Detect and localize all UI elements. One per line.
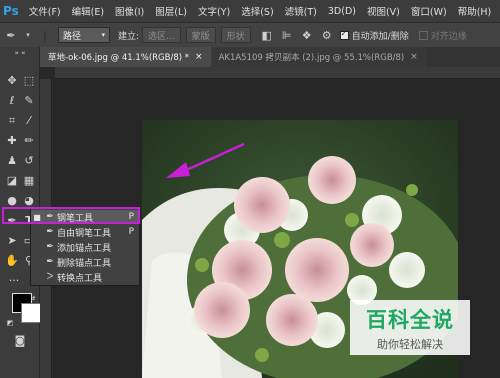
shortcut-key: P	[128, 227, 134, 237]
close-icon[interactable]: ×	[410, 52, 418, 62]
menu-layer[interactable]: 图层(L)	[155, 4, 187, 18]
flyout-item-label: 转换点工具	[57, 273, 103, 284]
align-edges-checkbox[interactable]	[418, 30, 428, 40]
tab-document-2[interactable]: AK1A5109 拷贝副本 (2).jpg @ 55.1%(RGB/8) ×	[210, 47, 426, 67]
default-colors-icon[interactable]: ◩	[2, 315, 18, 331]
path-selection-tool-icon[interactable]: ➤	[4, 233, 20, 249]
menu-help[interactable]: 帮助(H)	[458, 4, 492, 18]
menu-image[interactable]: 图像(I)	[115, 4, 144, 18]
clone-stamp-tool-icon[interactable]: ♟	[4, 153, 20, 169]
flyout-item-freeform-pen-tool[interactable]: ✒ 自由钢笔工具 P	[31, 225, 139, 239]
delete-anchor-icon: ✒	[46, 257, 54, 267]
mode-select[interactable]: 路径 ▾	[58, 27, 110, 43]
crop-tool-icon[interactable]: ⌗	[4, 113, 20, 129]
divider: |	[43, 28, 47, 42]
path-operations-icon[interactable]: ◧	[260, 29, 274, 42]
hand-tool-icon[interactable]: ✋	[4, 253, 20, 269]
mask-button[interactable]: 蒙版	[185, 27, 216, 43]
path-arrangement-icon[interactable]: ❖	[300, 29, 314, 42]
mode-select-value: 路径	[63, 31, 82, 42]
history-brush-tool-icon[interactable]: ↺	[21, 153, 37, 169]
flyout-item-delete-anchor-tool[interactable]: ✒ 删除锚点工具	[31, 255, 139, 269]
pen-tool-highlight	[2, 207, 140, 224]
selection-button[interactable]: 选区...	[142, 27, 181, 43]
flyout-item-label: 添加锚点工具	[57, 243, 112, 254]
brush-tool-icon[interactable]: ✏	[21, 133, 37, 149]
lasso-tool-icon[interactable]: ℓ	[4, 93, 20, 109]
menu-select[interactable]: 选择(S)	[241, 4, 273, 18]
flyout-item-convert-point-tool[interactable]: ᐳ 转换点工具	[31, 270, 139, 284]
more-tools-icon[interactable]: ···	[6, 273, 22, 289]
auto-add-delete-label: 自动添加/删除	[351, 31, 409, 42]
document-tab-bar: 草地-ok-06.jpg @ 41.1%(RGB/8) * × AK1A5109…	[40, 47, 500, 67]
watermark-title: 百科全说	[366, 307, 454, 332]
eraser-tool-icon[interactable]: ◪	[4, 173, 20, 189]
watermark: 百科全说 助你轻松解决	[350, 300, 470, 355]
shape-button[interactable]: 形状	[220, 27, 251, 43]
pen-tool-preset-icon[interactable]: ✒	[4, 29, 18, 42]
convert-point-icon: ᐳ	[46, 272, 54, 282]
watermark-subtitle: 助你轻松解决	[377, 337, 443, 351]
menu-edit[interactable]: 编辑(E)	[72, 4, 104, 18]
move-tool-icon[interactable]: ✥	[4, 73, 20, 89]
horizontal-ruler	[55, 67, 500, 79]
tab-label: 草地-ok-06.jpg @ 41.1%(RGB/8) *	[48, 53, 190, 63]
auto-add-delete-checkbox[interactable]	[339, 29, 349, 40]
tab-document-1[interactable]: 草地-ok-06.jpg @ 41.1%(RGB/8) * ×	[40, 47, 211, 67]
build-label: 建立:	[118, 31, 140, 42]
options-bar: ✒ ▾ | 路径 ▾ 建立: 选区... 蒙版 形状 ◧ ⊫ ❖ ⚙ 自动添加/删…	[0, 22, 500, 47]
menu-bar: Ps 文件(F) 编辑(E) 图像(I) 图层(L) 文字(Y) 选择(S) 滤…	[0, 0, 500, 22]
menu-file[interactable]: 文件(F)	[29, 4, 61, 18]
gear-icon[interactable]: ⚙	[320, 29, 334, 42]
photoshop-logo: Ps	[3, 4, 19, 18]
menu-3d[interactable]: 3D(D)	[328, 6, 356, 17]
flyout-item-label: 自由钢笔工具	[57, 228, 112, 239]
eyedropper-tool-icon[interactable]: ⁄	[21, 113, 37, 129]
gradient-tool-icon[interactable]: ▦	[21, 173, 37, 189]
background-color-swatch[interactable]	[21, 303, 41, 323]
close-icon[interactable]: ×	[195, 52, 203, 62]
tab-label: AK1A5109 拷贝副本 (2).jpg @ 55.1%(RGB/8)	[218, 53, 405, 63]
chevron-down-icon: ▾	[101, 31, 105, 39]
menu-view[interactable]: 视图(V)	[367, 4, 400, 18]
add-anchor-icon: ✒	[46, 242, 54, 252]
menu-filter[interactable]: 滤镜(T)	[285, 4, 317, 18]
freeform-pen-icon: ✒	[46, 227, 54, 237]
annotation-arrow	[166, 142, 245, 178]
menu-type[interactable]: 文字(Y)	[198, 4, 230, 18]
flyout-item-label: 删除锚点工具	[57, 258, 112, 269]
align-edges-label: 对齐边缘	[430, 31, 467, 42]
menu-window[interactable]: 窗口(W)	[411, 4, 447, 18]
path-alignment-icon[interactable]: ⊫	[280, 29, 294, 42]
quick-select-tool-icon[interactable]: ✎	[21, 93, 37, 109]
chevron-down-icon[interactable]: ▾	[24, 31, 32, 39]
healing-brush-tool-icon[interactable]: ✚	[4, 133, 20, 149]
collapse-toolbox-icon[interactable]: » «	[12, 49, 28, 57]
quick-mask-icon[interactable]: ◙	[12, 333, 28, 349]
marquee-tool-icon[interactable]: ⬚	[21, 73, 37, 89]
flyout-item-add-anchor-tool[interactable]: ✒ 添加锚点工具	[31, 240, 139, 254]
